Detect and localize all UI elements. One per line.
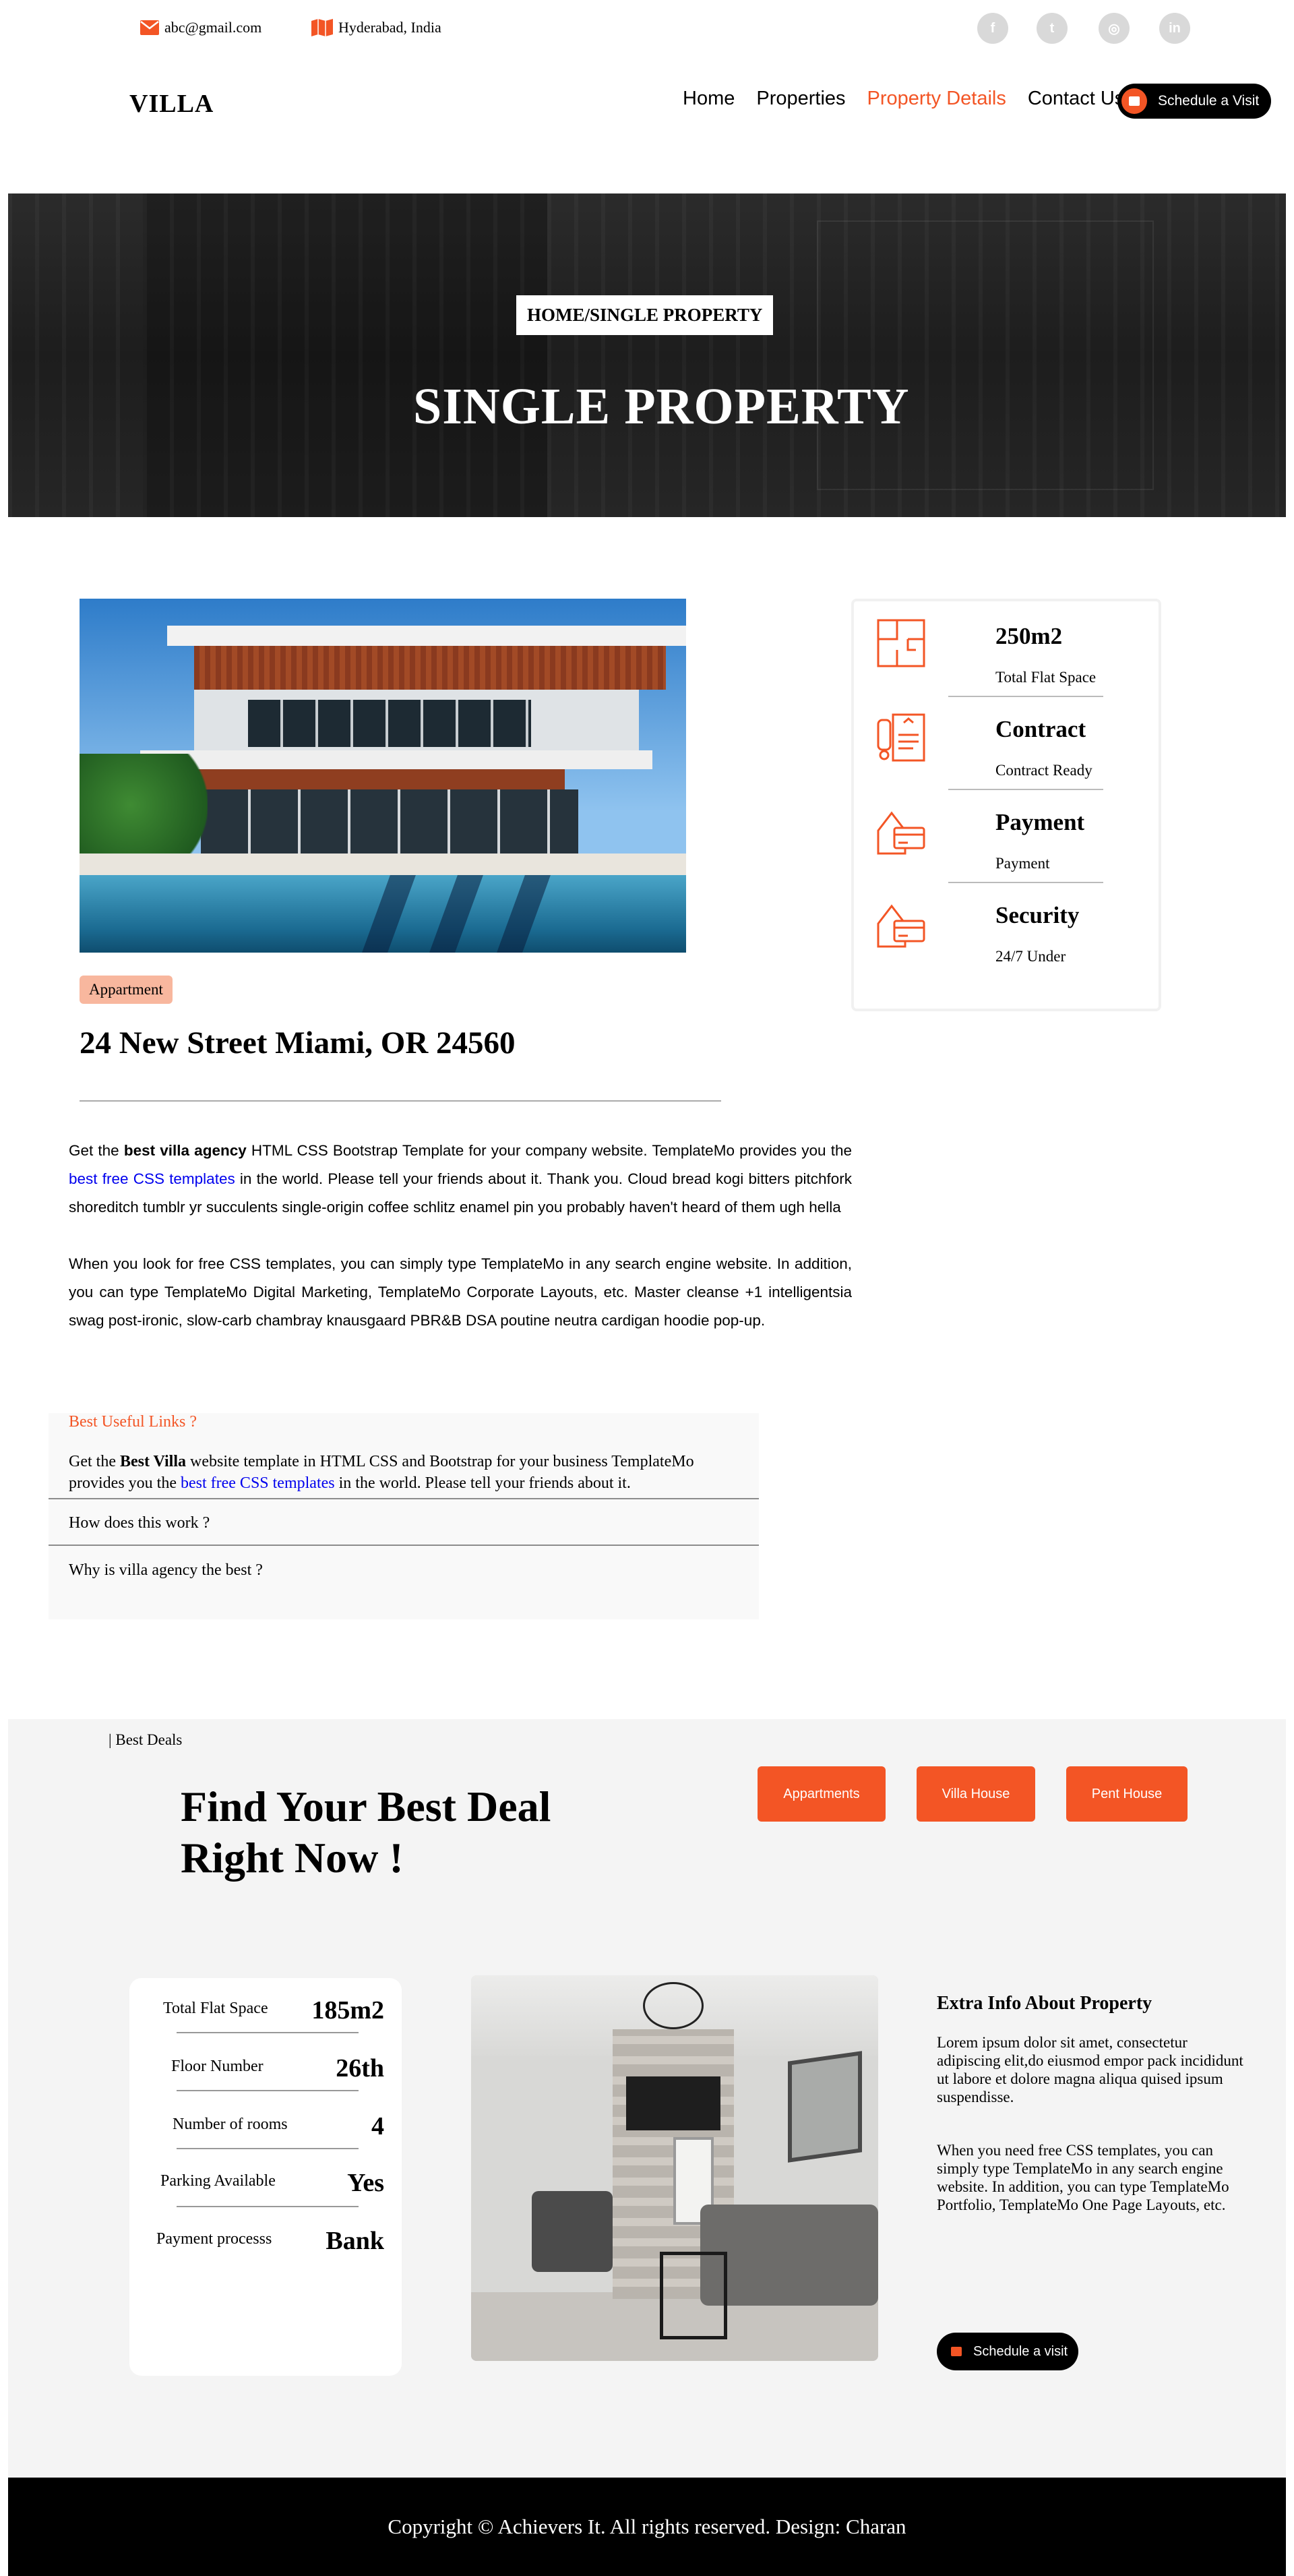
schedule-visit-label: Schedule a visit [973, 2343, 1068, 2359]
breadcrumb[interactable]: HOME/SINGLE PROPERTY [516, 295, 774, 335]
templates-link[interactable]: best free CSS templates [69, 1170, 235, 1187]
instagram-icon[interactable]: ◎ [1099, 13, 1130, 44]
floorplan-icon [877, 619, 925, 667]
location-contact: Hyderabad, India [311, 19, 441, 36]
info-sub: Payment [995, 855, 1050, 872]
location-text: Hyderabad, India [338, 19, 441, 36]
property-address: 24 New Street Miami, OR 24560 [80, 1025, 516, 1060]
info-title: Security [995, 902, 1080, 928]
footer: Copyright © Achievers It. All rights res… [8, 2478, 1286, 2576]
payment-icon [877, 811, 925, 855]
envelope-icon [140, 20, 159, 35]
nav-properties[interactable]: Properties [756, 88, 845, 109]
schedule-visit-button[interactable]: Schedule a Visit [1117, 84, 1271, 119]
email-text: abc@gmail.com [164, 19, 262, 36]
tab-pent-house[interactable]: Pent House [1066, 1766, 1188, 1822]
property-description-2: When you look for free CSS templates, yo… [69, 1255, 852, 1329]
main-nav: Home Properties Property Details Contact… [683, 88, 1143, 110]
spec-value: 26th [336, 2054, 384, 2083]
schedule-visit-label: Schedule a Visit [1158, 93, 1260, 109]
spec-value: 185m2 [311, 1996, 384, 2025]
faq-accordion: Best Useful Links ? Get the Best Villa w… [49, 1413, 759, 1619]
info-sub: Total Flat Space [995, 669, 1097, 686]
extra-info-title: Extra Info About Property [937, 1993, 1152, 2014]
copyright-text: Copyright © Achievers It. All rights res… [388, 2515, 906, 2538]
extra-info-paragraph-2: When you need free CSS templates, you ca… [937, 2142, 1229, 2213]
info-title: Contract [995, 716, 1086, 742]
spec-label: Total Flat Space [163, 2000, 268, 2017]
deals-title: Find Your Best Deal Right Now ! [181, 1783, 551, 1882]
contract-icon [877, 713, 925, 762]
tab-appartments[interactable]: Appartments [758, 1766, 886, 1822]
section-eyebrow: | Best Deals [109, 1731, 183, 1748]
twitter-icon[interactable]: t [1037, 13, 1068, 44]
schedule-visit-button-secondary[interactable]: Schedule a visit [937, 2333, 1078, 2370]
nav-home[interactable]: Home [683, 88, 735, 109]
security-icon [877, 904, 925, 948]
calendar-icon [1121, 88, 1147, 114]
bold-text: best villa agency [123, 1142, 247, 1159]
divider [80, 1100, 721, 1102]
property-type-tag: Appartment [80, 976, 173, 1004]
nav-property-details[interactable]: Property Details [867, 88, 1006, 109]
spec-label: Floor Number [171, 2058, 264, 2075]
map-icon [311, 19, 333, 36]
accordion-body: Get the Best Villa website template in H… [69, 1453, 694, 1492]
info-sub: 24/7 Under [995, 948, 1066, 965]
property-image [80, 599, 686, 953]
interior-image [471, 1975, 878, 2361]
tab-villa-house[interactable]: Villa House [917, 1766, 1035, 1822]
accordion-header-why-best[interactable]: Why is villa agency the best ? [69, 1561, 263, 1580]
spec-value: 4 [371, 2112, 384, 2140]
deal-specs-card: Total Flat Space 185m2 Floor Number 26th… [129, 1978, 402, 2376]
templates-link[interactable]: best free CSS templates [181, 1474, 335, 1492]
nav-contact-us[interactable]: Contact Us [1028, 88, 1124, 109]
facebook-icon[interactable]: f [977, 13, 1008, 44]
property-description-1: Get the best villa agency HTML CSS Boots… [69, 1142, 853, 1216]
info-title: Payment [995, 809, 1085, 835]
accordion-header-useful-links[interactable]: Best Useful Links ? [69, 1413, 197, 1431]
hero-banner [8, 193, 1286, 517]
page-title: SINGLE PROPERTY [413, 378, 910, 435]
spec-label: Number of rooms [173, 2116, 288, 2133]
accordion-header-how-it-works[interactable]: How does this work ? [69, 1514, 210, 1532]
email-contact: abc@gmail.com [140, 19, 261, 36]
info-title: 250m2 [995, 623, 1063, 649]
extra-info-paragraph-1: Lorem ipsum dolor sit amet, consectetur … [937, 2034, 1243, 2105]
calendar-icon [949, 2344, 964, 2359]
property-info-card: 250m2 Total Flat Space Contract Contract… [851, 599, 1161, 1011]
spec-label: Payment processs [156, 2230, 272, 2248]
spec-value: Bank [326, 2227, 384, 2255]
site-logo[interactable]: VILLA [129, 89, 214, 119]
spec-value: Yes [347, 2169, 384, 2197]
info-sub: Contract Ready [995, 762, 1092, 779]
spec-label: Parking Available [160, 2172, 276, 2190]
linkedin-icon[interactable]: in [1159, 13, 1190, 44]
